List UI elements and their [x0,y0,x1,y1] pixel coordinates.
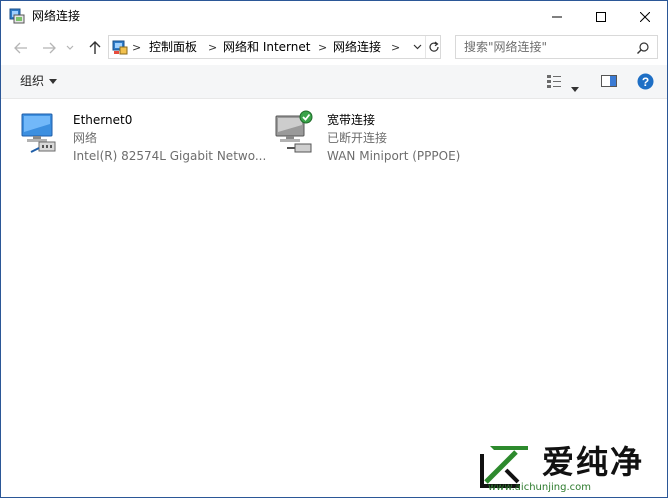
search-icon[interactable] [636,40,650,54]
connection-item-broadband[interactable]: 宽带连接 已断开连接 WAN Miniport (PPPOE) [273,104,503,163]
title-bar[interactable]: 网络连接 [1,1,667,32]
address-history-button[interactable] [409,36,425,58]
control-panel-icon [112,39,128,55]
view-options-dropdown-icon[interactable] [571,78,579,92]
preview-pane-icon[interactable] [601,73,617,89]
maximize-button[interactable] [579,1,623,32]
dropdown-arrow-icon [49,79,58,84]
breadcrumb-network-connections[interactable]: 网络连接 [333,40,381,55]
organize-label: 组织 [20,74,45,88]
search-box[interactable]: 搜索"网络连接" [455,35,658,59]
connections-list: Ethernet0 网络 Intel(R) 82574L Gigabit Net… [1,99,667,497]
svg-text:?: ? [642,75,649,89]
up-button[interactable] [87,40,103,56]
watermark-text: 爱纯净 [542,443,645,481]
connection-status: 已断开连接 [327,131,388,145]
maximize-icon [596,11,606,22]
breadcrumb-separator: > [318,41,328,54]
help-icon[interactable]: ? [637,73,654,90]
chevron-down-icon [66,45,74,50]
back-button[interactable] [13,40,29,56]
close-icon [640,11,650,22]
breadcrumb-separator: > [208,41,218,54]
search-placeholder: 搜索"网络连接" [464,40,548,54]
address-row: > 控制面板 > 网络和 Internet > 网络连接 > 搜索"网络连接" [1,32,667,64]
change-view-icon[interactable] [546,73,562,89]
connection-item-ethernet0[interactable]: Ethernet0 网络 Intel(R) 82574L Gigabit Net… [19,104,266,163]
ethernet-adapter-icon [19,110,59,154]
connection-device: WAN Miniport (PPPOE) [327,149,461,163]
address-bar[interactable]: > 控制面板 > 网络和 Internet > 网络连接 > [108,35,441,59]
connection-name: 宽带连接 [327,113,376,127]
watermark: 爱纯净 www.aichunjing.com [476,442,664,495]
connection-device: Intel(R) 82574L Gigabit Netwo... [73,149,267,163]
broadband-connection-icon [273,110,313,154]
network-connections-app-icon [9,8,25,24]
explorer-window: 网络连接 > 控制面板 > 网络和 Internet > 网络连接 > 搜索"网… [0,0,668,498]
breadcrumb-separator: > [132,41,142,54]
refresh-button[interactable] [425,36,442,58]
breadcrumb-network-internet[interactable]: 网络和 Internet [223,40,310,55]
connection-name: Ethernet0 [73,113,133,127]
recent-locations-button[interactable] [65,40,75,56]
chevron-down-icon [413,44,421,50]
forward-button[interactable] [41,40,57,56]
breadcrumb-control-panel[interactable]: 控制面板 [149,40,197,55]
back-arrow-icon [14,42,27,54]
minimize-icon [552,16,562,17]
minimize-button[interactable] [535,1,579,32]
refresh-icon [429,41,439,52]
organize-menu-button[interactable]: 组织 [20,74,58,89]
up-arrow-icon [89,41,101,54]
watermark-url: www.aichunjing.com [488,482,591,493]
window-title: 网络连接 [32,9,81,23]
breadcrumb-separator: > [391,41,401,54]
close-button[interactable] [623,1,667,32]
command-bar: 组织 ? [1,65,667,99]
forward-arrow-icon [43,42,56,54]
connection-status: 网络 [73,131,98,145]
